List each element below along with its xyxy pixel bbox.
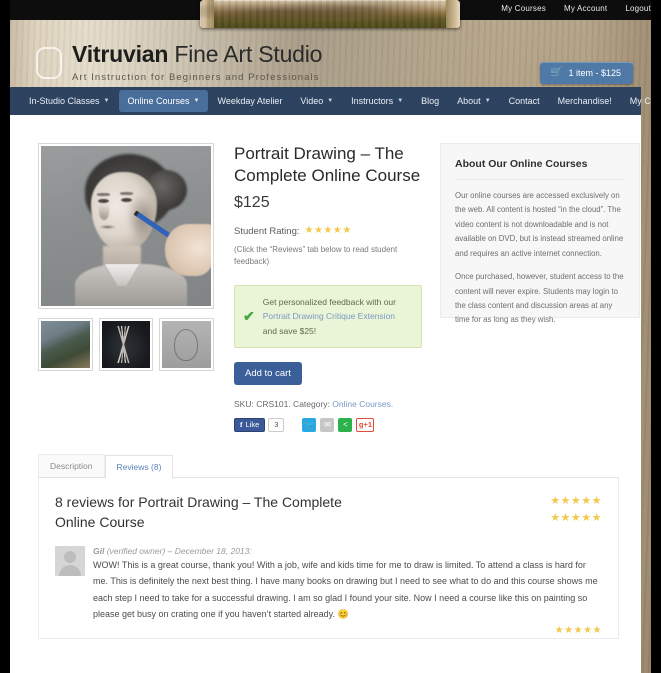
nav-item-contact[interactable]: Contact bbox=[500, 90, 549, 112]
facebook-icon: f bbox=[240, 420, 243, 430]
facebook-like-widget[interactable]: f Like 3 bbox=[234, 417, 285, 432]
product-price: $125 bbox=[234, 193, 270, 211]
nav-item-about[interactable]: About ▼ bbox=[448, 90, 499, 112]
thumbnail-1[interactable] bbox=[38, 318, 93, 371]
category-link[interactable]: Online Courses. bbox=[332, 399, 393, 409]
twitter-icon[interactable]: 🐦 bbox=[302, 417, 317, 432]
review-item: Gil (verified owner) – December 18, 2013… bbox=[55, 545, 602, 639]
promo-text: Get personalized feedback with our Portr… bbox=[263, 295, 411, 338]
brand-title: Vitruvian Fine Art Studio bbox=[72, 43, 322, 66]
cart-label: 1 item - $125 bbox=[568, 68, 621, 78]
sku-line: SKU: CRS101. Category: Online Courses. bbox=[234, 399, 422, 409]
nav-item-blog[interactable]: Blog bbox=[412, 90, 448, 112]
cart-button[interactable]: 🛒 1 item - $125 bbox=[540, 62, 633, 84]
social-share-bar: f Like 3 🐦 ✉ < g+1 bbox=[234, 417, 422, 432]
brand-name-bold: Vitruvian bbox=[72, 41, 169, 67]
googleplus-icon[interactable]: g+1 bbox=[356, 417, 375, 432]
summary-stars-row-1: ★★★★★ bbox=[550, 494, 602, 507]
review-text: WOW! This is a great course, thank you! … bbox=[93, 557, 602, 624]
rating-stars: ★★★★★ bbox=[304, 225, 352, 237]
reviews-heading: 8 reviews for Portrait Drawing – The Com… bbox=[55, 493, 342, 531]
utility-nav-item-2[interactable]: Logout bbox=[625, 4, 651, 13]
chevron-down-icon: ▼ bbox=[103, 98, 110, 104]
brand-tagline: Art Instruction for Beginners and Profes… bbox=[72, 72, 320, 83]
reviews-panel: 8 reviews for Portrait Drawing – The Com… bbox=[38, 477, 619, 640]
browser-screenshot: Vitruvian Fine Art Studio Art Instructio… bbox=[0, 0, 661, 673]
thumbnail-3[interactable] bbox=[159, 318, 215, 371]
user-avatar-icon bbox=[55, 545, 85, 576]
facebook-like-count: 3 bbox=[268, 417, 285, 432]
summary-stars-row-2: ★★★★★ bbox=[550, 511, 602, 524]
site-logo[interactable]: Vitruvian Fine Art Studio Art Instructio… bbox=[36, 43, 322, 83]
nav-item-label: Instructors bbox=[351, 96, 394, 106]
about-sidebar: About Our Online Courses Our online cour… bbox=[440, 143, 640, 324]
chevron-down-icon: ▼ bbox=[327, 98, 334, 104]
review-stars: ★★★★★ bbox=[554, 625, 602, 637]
sidebar-divider bbox=[455, 179, 625, 180]
student-rating-label: Student Rating: bbox=[234, 225, 300, 237]
chevron-down-icon: ▼ bbox=[484, 98, 491, 104]
rounded-square-outline-icon bbox=[36, 47, 62, 79]
nav-item-merchandise[interactable]: Merchandise! bbox=[549, 90, 621, 112]
brand-name-light: Fine Art Studio bbox=[174, 41, 323, 67]
promo-text-after: and save $25! bbox=[262, 325, 317, 336]
facebook-like-label: Like bbox=[245, 420, 260, 430]
utility-nav-item-0[interactable]: My Courses bbox=[501, 4, 546, 13]
product-tabs: Description Reviews (8) bbox=[38, 453, 619, 478]
promo-text-before: Get personalized feedback with our bbox=[262, 296, 396, 307]
tab-description[interactable]: Description bbox=[38, 453, 105, 477]
student-rating: Student Rating: ★★★★★ bbox=[234, 226, 422, 237]
left-frame-gutter bbox=[0, 0, 10, 673]
product-title: Portrait Drawing – The Complete Online C… bbox=[234, 144, 421, 186]
facebook-like-button[interactable]: f Like bbox=[234, 417, 266, 432]
nav-item-label: Online Courses bbox=[127, 96, 190, 106]
reviews-summary-stars: ★★★★★ ★★★★★ bbox=[550, 492, 602, 524]
product-summary: Portrait Drawing – The Complete Online C… bbox=[226, 143, 422, 432]
review-meta: Gil (verified owner) – December 18, 2013… bbox=[93, 546, 602, 556]
promo-callout: ✔ Get personalized feedback with our Por… bbox=[234, 284, 422, 348]
add-to-cart-button[interactable]: Add to cart bbox=[234, 361, 302, 385]
thumbnail-2[interactable] bbox=[98, 318, 154, 371]
share-icon[interactable]: < bbox=[338, 417, 353, 432]
right-frame-gutter bbox=[651, 0, 661, 673]
review-date: (verified owner) – December 18, 2013: bbox=[104, 545, 252, 556]
shopping-cart-icon: 🛒 bbox=[550, 67, 563, 78]
nav-item-label: Blog bbox=[421, 96, 440, 106]
product-main-image[interactable] bbox=[38, 143, 214, 309]
nav-item-label: In-Studio Classes bbox=[29, 96, 100, 106]
utility-nav: My Courses My Account Logout bbox=[501, 4, 651, 13]
nav-item-instructors[interactable]: Instructors ▼ bbox=[342, 90, 412, 112]
charcoal-portrait-drawing bbox=[41, 146, 211, 306]
review-author: Gil bbox=[93, 545, 105, 556]
nav-item-label: Video bbox=[300, 96, 324, 106]
nav-item-online-courses[interactable]: Online Courses ▼ bbox=[118, 90, 209, 112]
nav-item-in-studio-classes[interactable]: In-Studio Classes ▼ bbox=[20, 90, 119, 112]
page-content: Portrait Drawing – The Complete Online C… bbox=[10, 115, 641, 673]
chevron-down-icon: ▼ bbox=[193, 98, 200, 104]
wooden-clip-decoration bbox=[200, 0, 460, 28]
nav-item-weekday-atelier[interactable]: Weekday Atelier bbox=[208, 90, 291, 112]
nav-item-label: Contact bbox=[508, 96, 540, 106]
email-icon[interactable]: ✉ bbox=[320, 417, 335, 432]
thumbnail-strip bbox=[38, 318, 215, 371]
sku-prefix: SKU: CRS101. Category: bbox=[234, 398, 333, 409]
utility-nav-item-1[interactable]: My Account bbox=[564, 4, 607, 13]
main-navigation: In-Studio Classes ▼ Online Courses ▼ Weekday… bbox=[10, 87, 661, 115]
rating-note: (Click the “Reviews” tab below to read s… bbox=[234, 244, 398, 267]
tab-reviews-8[interactable]: Reviews (8) bbox=[104, 454, 174, 478]
sidebar-paragraph-1: Our online courses are accessed exclusiv… bbox=[455, 191, 624, 258]
chevron-down-icon: ▼ bbox=[397, 98, 404, 104]
nav-item-label: Merchandise! bbox=[557, 96, 612, 106]
promo-link[interactable]: Portrait Drawing Critique Extension bbox=[263, 311, 395, 321]
check-mark-icon: ✔ bbox=[243, 308, 255, 325]
nav-item-label: Weekday Atelier bbox=[217, 96, 283, 106]
product-gallery bbox=[38, 143, 215, 432]
smiley-icon: 😊 bbox=[337, 609, 349, 620]
nav-item-label: About bbox=[457, 96, 481, 106]
brand-text: Vitruvian Fine Art Studio Art Instructio… bbox=[72, 43, 322, 83]
sidebar-title: About Our Online Courses bbox=[455, 158, 588, 170]
social-icon-group: 🐦 ✉ < g+1 bbox=[302, 417, 375, 432]
nav-item-video[interactable]: Video ▼ bbox=[291, 90, 342, 112]
sidebar-paragraph-2: Once purchased, however, student access … bbox=[455, 272, 624, 325]
